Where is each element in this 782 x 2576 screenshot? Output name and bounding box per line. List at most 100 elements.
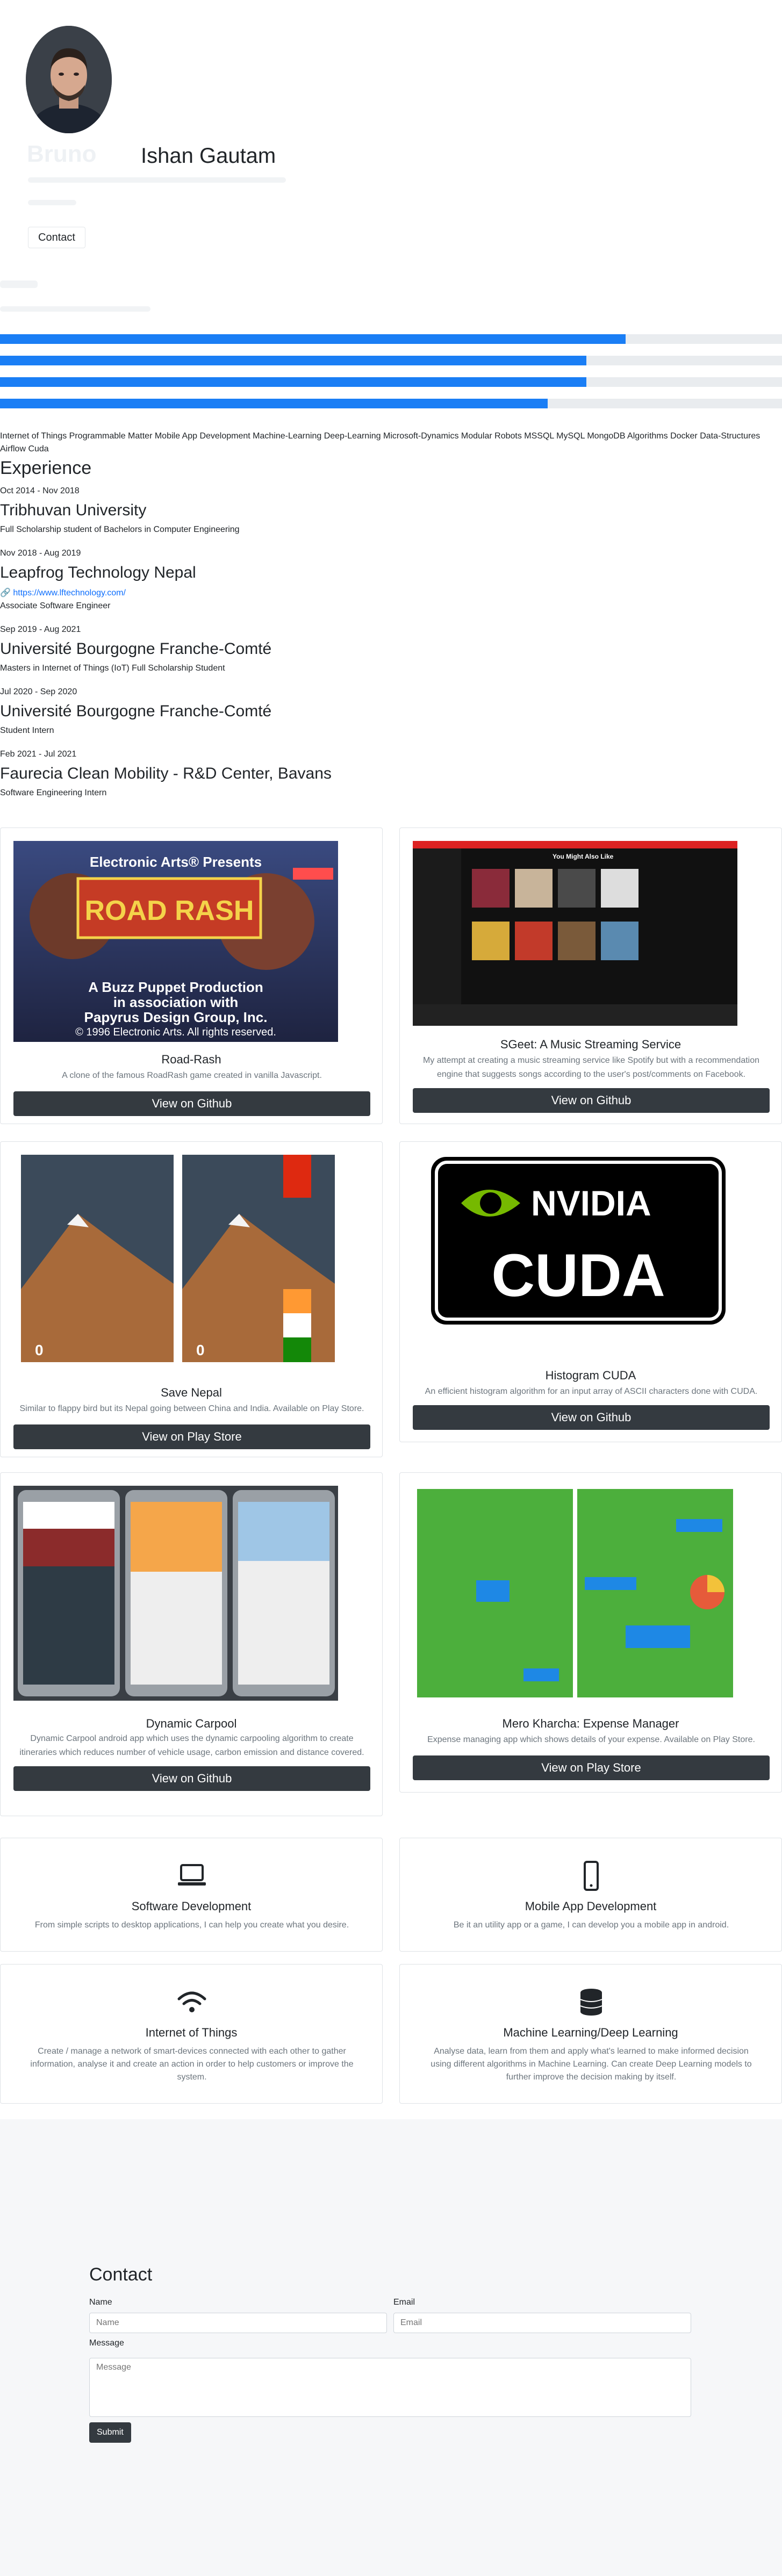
experience-item: Jul 2020 - Sep 2020 Université Bourgogne… [0, 687, 782, 736]
image-caption-block: A Buzz Puppet Production in association … [13, 980, 338, 1040]
skill-bar-fill [0, 399, 548, 408]
profile-photo [26, 26, 112, 133]
project-image: NVIDIA CUDA [429, 1155, 728, 1327]
project-title: Mero Kharcha: Expense Manager [502, 1717, 679, 1730]
project-card: You Might Also Like SGeet: A Music Strea… [399, 828, 782, 1124]
experience-section: Experience Oct 2014 - Nov 2018 Tribhuvan… [0, 458, 782, 812]
name-label: Name [89, 2298, 112, 2307]
database-icon [580, 1989, 602, 2016]
name-input[interactable] [89, 2313, 387, 2333]
job-date: Feb 2021 - Jul 2021 [0, 750, 77, 759]
hero-faded-line [28, 200, 76, 205]
skill-bar-fill [0, 334, 626, 344]
job-role: Masters in Internet of Things (IoT) Full… [0, 664, 225, 673]
skill-bar [0, 334, 782, 344]
project-card: NVIDIA CUDA Histogram CUDA An efficient … [399, 1141, 782, 1442]
hero-name: Ishan Gautam [141, 144, 276, 168]
company-link[interactable]: 🔗 https://www.lftechnology.com/ [0, 587, 782, 598]
email-label: Email [393, 2298, 415, 2307]
job-role: Full Scholarship student of Bachelors in… [0, 525, 240, 534]
job-organization: Faurecia Clean Mobility - R&D Center, Ba… [0, 765, 332, 782]
image-brand-text: NVIDIA [531, 1183, 651, 1223]
avatar [26, 26, 112, 133]
contact-heading: Contact [89, 2264, 153, 2285]
contact-button[interactable]: Contact [28, 227, 85, 248]
view-play-store-button[interactable]: View on Play Store [13, 1424, 370, 1449]
project-description: My attempt at creating a music streaming… [422, 1056, 760, 1079]
project-image [13, 1486, 338, 1701]
image-caption: in association with [113, 994, 239, 1010]
skill-bar [0, 356, 782, 365]
hero-faded-line [28, 177, 286, 183]
project-description: An efficient histogram algorithm for an … [425, 1387, 758, 1396]
image-heading: You Might Also Like [553, 853, 614, 860]
project-image: Electronic Arts® Presents ROAD RASH A Bu… [13, 841, 338, 1042]
company-link-text: https://www.lftechnology.com/ [13, 588, 126, 598]
skill-bar-fill [0, 356, 587, 365]
experience-heading: Experience [0, 458, 92, 478]
project-title: Dynamic Carpool [146, 1717, 237, 1730]
game-score: 0 [196, 1342, 205, 1358]
view-github-button[interactable]: View on Github [13, 1766, 370, 1791]
job-organization: Université Bourgogne Franche-Comté [0, 702, 272, 720]
project-description: A clone of the famous RoadRash game crea… [62, 1071, 322, 1080]
game-score: 0 [35, 1342, 44, 1358]
experience-item: Nov 2018 - Aug 2019 Leapfrog Technology … [0, 549, 782, 611]
job-date: Oct 2014 - Nov 2018 [0, 486, 80, 495]
project-card: Mero Kharcha: Expense Manager Expense ma… [399, 1472, 782, 1793]
project-title: SGeet: A Music Streaming Service [500, 1038, 681, 1051]
project-card: Dynamic Carpool Dynamic Carpool android … [0, 1472, 383, 1816]
job-organization: Université Bourgogne Franche-Comté [0, 640, 272, 658]
message-label: Message [89, 2338, 124, 2348]
project-description: Similar to flappy bird but its Nepal goi… [19, 1404, 364, 1413]
skill-tags: Internet of Things Programmable Matter M… [0, 431, 761, 454]
view-github-button[interactable]: View on Github [413, 1405, 770, 1430]
view-play-store-button[interactable]: View on Play Store [413, 1755, 770, 1780]
project-title: Save Nepal [161, 1386, 222, 1399]
service-description: Be it an utility app or a game, I can de… [453, 1920, 729, 1930]
link-icon: 🔗 [0, 588, 11, 598]
job-date: Jul 2020 - Sep 2020 [0, 687, 77, 696]
project-image [413, 1486, 737, 1701]
message-textarea[interactable] [89, 2358, 691, 2417]
submit-button[interactable]: Submit [89, 2422, 131, 2443]
job-date: Nov 2018 - Aug 2019 [0, 549, 81, 558]
wifi-icon [177, 1991, 206, 2012]
service-card: Internet of Things Create / manage a net… [0, 1964, 383, 2104]
mobile-phone-icon [584, 1861, 599, 1891]
image-caption: Electronic Arts® Presents [89, 854, 262, 870]
email-input[interactable] [393, 2313, 691, 2333]
skill-bar-fill [0, 377, 587, 387]
project-image: You Might Also Like [413, 841, 737, 1026]
service-name: Internet of Things [145, 2026, 238, 2039]
view-github-button[interactable]: View on Github [13, 1091, 370, 1116]
service-card: Mobile App Development Be it an utility … [399, 1838, 782, 1952]
job-organization: Tribhuvan University [0, 501, 147, 519]
view-github-button[interactable]: View on Github [413, 1088, 770, 1113]
image-caption: Papyrus Design Group, Inc. [84, 1009, 268, 1025]
service-description: From simple scripts to desktop applicati… [34, 1920, 349, 1930]
project-card: Electronic Arts® Presents ROAD RASH A Bu… [0, 828, 383, 1124]
job-role: Software Engineering Intern [0, 788, 107, 797]
project-description: Expense managing app which shows details… [427, 1735, 755, 1744]
job-role: Student Intern [0, 726, 54, 735]
experience-item: Feb 2021 - Jul 2021 Faurecia Clean Mobil… [0, 750, 782, 798]
job-role: Associate Software Engineer [0, 601, 111, 610]
experience-item: Oct 2014 - Nov 2018 Tribhuvan University… [0, 486, 782, 535]
service-name: Software Development [131, 1899, 252, 1913]
service-card: Machine Learning/Deep Learning Analyse d… [399, 1964, 782, 2104]
service-description: Analyse data, learn from them and apply … [431, 2047, 752, 2082]
image-product-text: CUDA [491, 1242, 665, 1309]
hero-section: Bruno Ishan Gautam Contact [0, 0, 782, 414]
skill-bar [0, 377, 782, 387]
skill-bar [0, 399, 782, 408]
project-image: 0 0 [13, 1155, 338, 1362]
project-title: Road-Rash [161, 1053, 221, 1066]
project-card: 0 0 Save Nepal Similar to flappy bird bu… [0, 1141, 383, 1457]
image-caption: © 1996 Electronic Arts. All rights reser… [75, 1026, 276, 1038]
image-logo-text: ROAD RASH [84, 895, 254, 926]
service-description: Create / manage a network of smart-devic… [30, 2047, 354, 2082]
experience-item: Sep 2019 - Aug 2021 Université Bourgogne… [0, 625, 782, 673]
skills-faded-line [0, 306, 150, 312]
project-title: Histogram CUDA [545, 1369, 636, 1382]
